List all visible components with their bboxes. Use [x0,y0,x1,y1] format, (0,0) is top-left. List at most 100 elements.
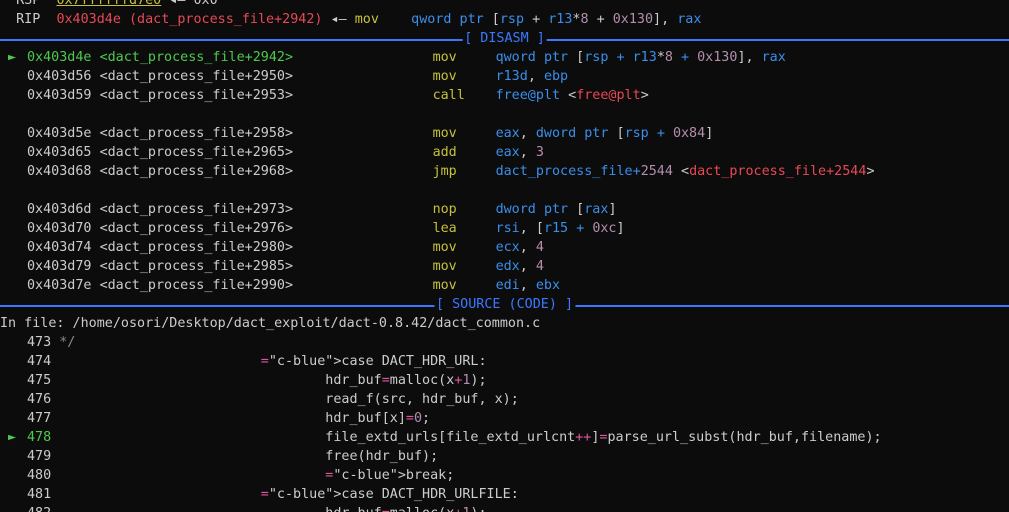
source-line: 480 ="c-blue">break; [27,468,455,483]
line-number: 477 [27,411,52,426]
instruction-mnemonic: mov [432,278,457,293]
rip-symbol: (dact_process_file+2942) [129,12,323,27]
instruction-mnemonic: mov [432,69,457,84]
register-name: RSP [16,0,41,8]
source-code: hdr_buf=malloc(x+1); [51,506,486,512]
register-rip-line: RIP 0x403d4e (dact_process_file+2942) ◂—… [0,10,1009,29]
disasm-row: 0x403d5e <dact_process_file+2958> mov eax,… [0,124,1009,143]
source-title: [ SOURCE (CODE) ] [433,295,576,314]
instruction-address: 0x403d4e [27,50,92,65]
instruction-mnemonic: mov [432,50,457,65]
instruction-operands: eax, dword ptr [rsp + 0x84] [495,126,714,141]
register-rsp-line: RSP 0x7ffffffd7e0 ◂— 0x0 [0,0,1009,10]
instruction-address: 0x403d74 [27,240,92,255]
register-deref: ◂— 0x0 [169,0,218,8]
rip-operands: qword ptr [rsp + r13*8 + 0x130], rax [411,12,702,27]
source-code: ="c-blue">break [325,468,447,483]
source-code: hdr_buf[x]=0; [51,411,431,426]
disasm-section-header: [ DISASM ] [0,29,1009,48]
instruction-symbol: <dact_process_file+2990> [99,278,294,293]
instruction-symbol: <dact_process_file+2965> [99,145,294,160]
instruction-symbol: <dact_process_file+2953> [99,88,294,103]
source-line: 477 hdr_buf[x]=0; [0,409,1009,428]
instruction-mnemonic: call [432,88,465,103]
instruction-mnemonic: mov [432,259,457,274]
instruction-symbol: <dact_process_file+2973> [99,202,294,217]
source-line: 482 hdr_buf=malloc(x+1); [0,504,1009,512]
instruction-symbol: <dact_process_file+2942> [99,50,294,65]
instruction-mnemonic: jmp [432,164,457,179]
instruction-operands: dword ptr [rax] [495,202,617,217]
instruction-address: 0x403d68 [27,164,92,179]
disasm-row: 0x403d68 <dact_process_file+2968> jmp dact… [0,162,1009,181]
instruction-address: 0x403d56 [27,69,92,84]
instruction-mnemonic: lea [432,221,457,236]
instruction-address: 0x403d5e [27,126,92,141]
instruction-operands: edi, ebx [495,278,561,293]
source-code: read_f(src, hdr_buf, x); [51,392,519,407]
source-section-header: [ SOURCE (CODE) ] [0,295,1009,314]
disasm-row: 0x403d79 <dact_process_file+2985> mov edx,… [0,257,1009,276]
disasm-row: 0x403d59 <dact_process_file+2953> call fre… [0,86,1009,105]
branch-target: <free@plt> [568,88,649,103]
line-number: 475 [27,373,52,388]
source-line: 473 */ [0,333,1009,352]
rip-mnemonic: mov [354,12,379,27]
source-code: ="c-blue">case [260,487,374,502]
line-number: 478 [27,430,52,445]
disasm-blank-line [0,181,1009,200]
line-number: 480 [27,468,52,483]
disasm-row: 0x403d56 <dact_process_file+2950> mov r13d… [0,67,1009,86]
instruction-address: 0x403d65 [27,145,92,160]
instruction-operands: r13d, ebp [495,69,569,84]
branch-target: <dact_process_file+2544> [681,164,875,179]
instruction-symbol: <dact_process_file+2950> [99,69,294,84]
current-line-marker: ► [0,430,17,445]
instruction-mnemonic: mov [432,126,457,141]
instruction-mnemonic: add [432,145,457,160]
line-number: 482 [27,506,51,512]
instruction-operands: qword ptr [rsp + r13*8 + 0x130], rax [495,50,786,65]
disasm-row-current: ► 0x403d4e <dact_process_file+2942> mov qwo… [0,48,1009,67]
source-file-path: In file: /home/osori/Desktop/dact_exploi… [0,316,541,331]
line-number: 476 [27,392,52,407]
instruction-operands: dact_process_file+2544 [495,164,673,179]
source-line: 474 ="c-blue">case DACT_HDR_URL: [27,354,487,369]
gdb-pwndbg-terminal[interactable]: RSP 0x7ffffffd7e0 ◂— 0x0 RIP 0x403d4e (d… [0,0,1009,512]
instruction-address: 0x403d59 [27,88,92,103]
disasm-row: 0x403d7e <dact_process_file+2990> mov edi,… [0,276,1009,295]
instruction-operands: ecx, 4 [495,240,544,255]
line-number: 473 [27,335,52,350]
source-code: hdr_buf=malloc(x+1); [51,373,487,388]
instruction-operands: free@plt [495,88,561,103]
instruction-symbol: <dact_process_file+2980> [99,240,294,255]
register-value: 0x7ffffffd7e0 [56,0,162,8]
source-code: free(hdr_buf); [51,449,439,464]
source-line-current: ► 478 file_extd_urls[file_extd_urlcnt++]=… [0,428,1009,447]
disasm-row: 0x403d74 <dact_process_file+2980> mov ecx,… [0,238,1009,257]
line-number: 481 [27,487,52,502]
instruction-operands: edx, 4 [495,259,544,274]
instruction-symbol: <dact_process_file+2968> [99,164,294,179]
disasm-blank-line [0,105,1009,124]
disasm-row: 0x403d65 <dact_process_file+2965> add eax,… [0,143,1009,162]
instruction-symbol: <dact_process_file+2958> [99,126,294,141]
line-number: 474 [27,354,52,369]
source-line: 479 free(hdr_buf); [0,447,1009,466]
source-line: 476 read_f(src, hdr_buf, x); [0,390,1009,409]
disasm-row: 0x403d6d <dact_process_file+2973> nop dwor… [0,200,1009,219]
source-line: 481 ="c-blue">case DACT_HDR_URLFILE: [27,487,519,502]
source-panel: 473 */474 ="c-blue">case DACT_HDR_URL: 47… [0,333,1009,512]
instruction-address: 0x403d79 [27,259,92,274]
source-code: */ [59,335,76,350]
instruction-mnemonic: mov [432,240,457,255]
instruction-address: 0x403d70 [27,221,92,236]
rip-arrow: ◂— [330,12,347,27]
source-line: 475 hdr_buf=malloc(x+1); [0,371,1009,390]
instruction-symbol: <dact_process_file+2976> [99,221,294,236]
instruction-address: 0x403d7e [27,278,92,293]
current-instruction-marker: ► [0,50,17,65]
instruction-operands: eax, 3 [495,145,544,160]
source-code: ="c-blue">case [260,354,374,369]
register-name: RIP [16,12,41,27]
